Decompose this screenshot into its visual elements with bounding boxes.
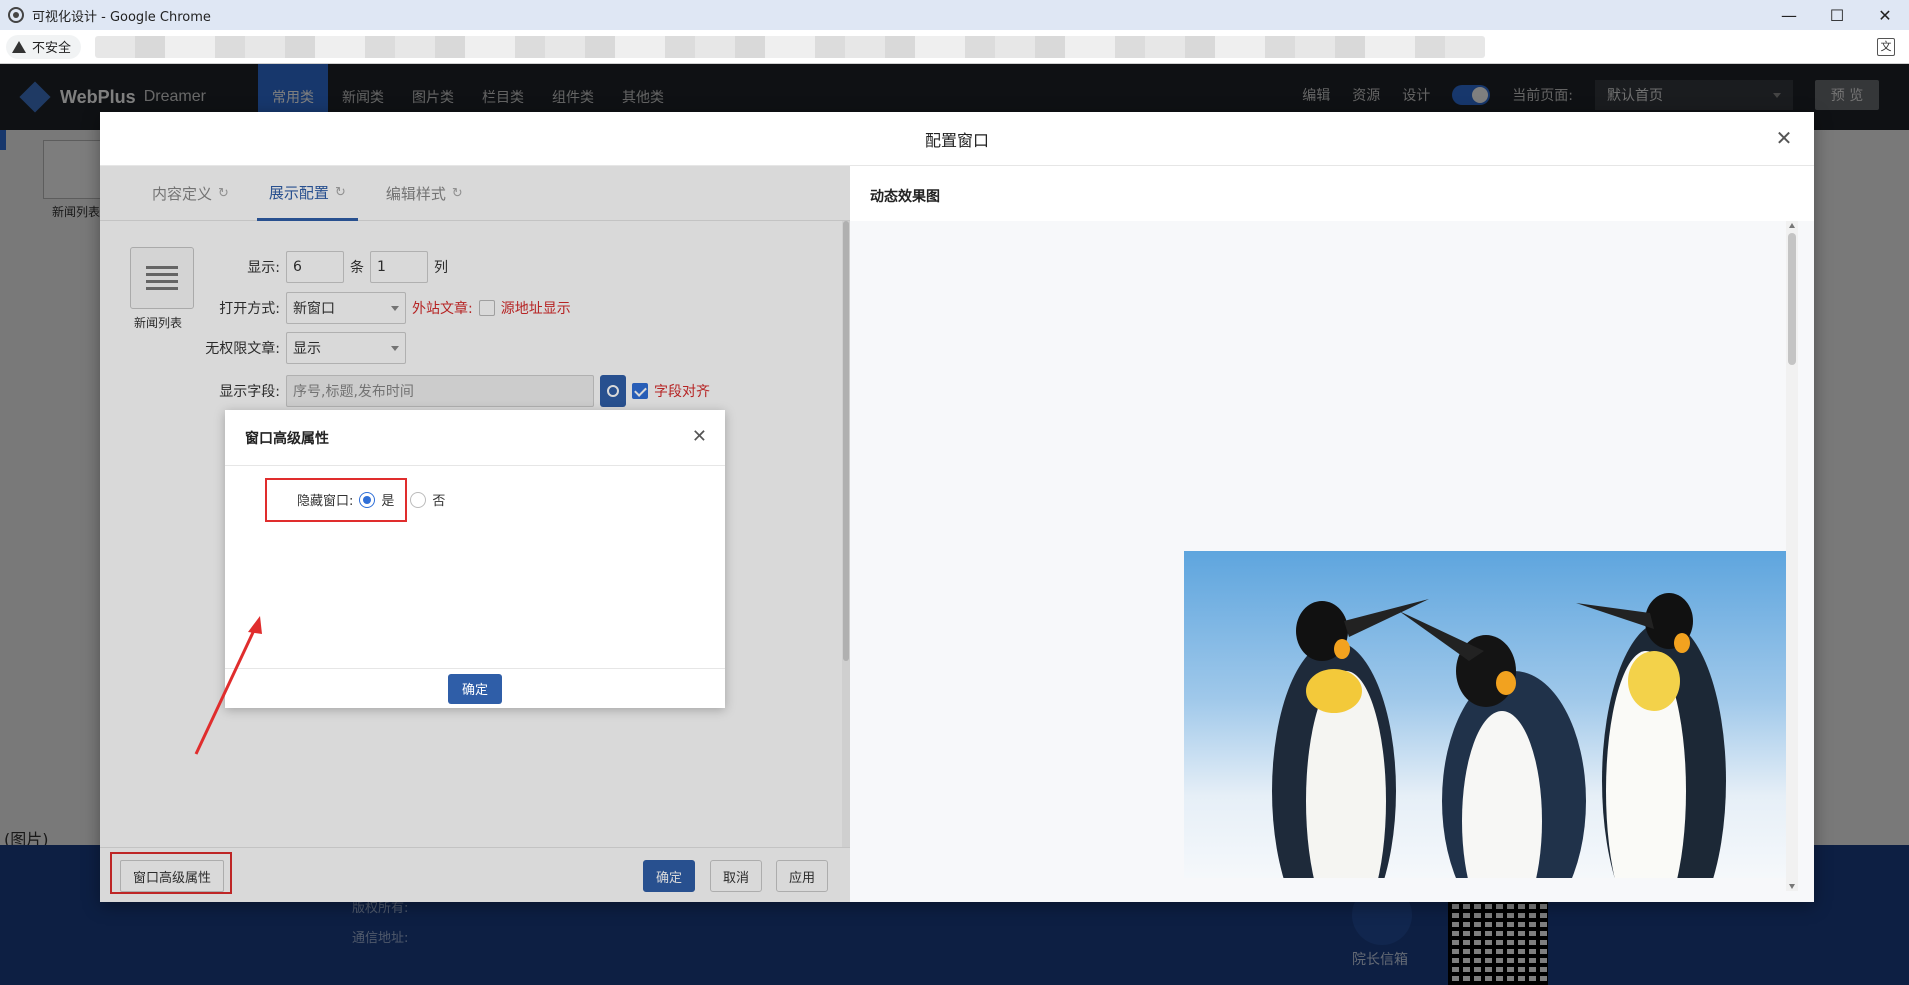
advanced-properties-dialog: 窗口高级属性 ✕ 隐藏窗口: 是 否 确定 (225, 410, 725, 708)
scroll-down-icon[interactable] (1789, 884, 1795, 889)
minimize-icon[interactable]: — (1765, 0, 1813, 30)
close-icon[interactable]: ✕ (692, 426, 707, 447)
close-icon[interactable]: ✕ (1861, 0, 1909, 30)
browser-titlebar: 可视化设计 - Google Chrome — ☐ ✕ (0, 0, 1909, 30)
maximize-icon[interactable]: ☐ (1813, 0, 1861, 30)
scroll-up-icon[interactable] (1789, 223, 1795, 228)
translate-icon[interactable]: 文 (1877, 38, 1895, 56)
modal-title: 配置窗口 (924, 130, 989, 150)
sub-dialog-footer: 确定 (225, 668, 725, 708)
hide-yes-label: 是 (381, 494, 395, 509)
sub-dialog-header: 窗口高级属性 ✕ (225, 410, 725, 466)
sub-dialog-title: 窗口高级属性 (245, 430, 329, 447)
penguin-image (1184, 551, 1791, 878)
preview-pane: 动态效果图 (850, 166, 1814, 902)
annotation-arrow-icon (194, 616, 262, 755)
close-icon[interactable]: ✕ (1772, 126, 1796, 150)
scroll-thumb[interactable] (1788, 233, 1796, 365)
sub-dialog-ok-button[interactable]: 确定 (447, 673, 502, 704)
preview-title: 动态效果图 (870, 189, 940, 205)
preview-area (850, 221, 1814, 902)
hide-window-label: 隐藏窗口: (297, 494, 354, 509)
warning-icon (12, 40, 26, 53)
security-label: 不安全 (32, 41, 72, 56)
hide-no-label: 否 (432, 494, 446, 509)
security-chip[interactable]: 不安全 (6, 34, 82, 59)
hide-no-radio[interactable] (410, 491, 427, 508)
window-controls: — ☐ ✕ (1765, 0, 1909, 30)
modal-header: 配置窗口 ✕ (100, 112, 1814, 166)
sub-dialog-body: 隐藏窗口: 是 否 (225, 466, 725, 668)
address-bar: 不安全 文 (0, 30, 1909, 64)
preview-scrollbar[interactable] (1786, 221, 1798, 891)
hide-yes-radio[interactable] (359, 491, 376, 508)
chrome-app-icon (8, 7, 24, 23)
window-title: 可视化设计 - Google Chrome (32, 9, 211, 25)
url-field[interactable] (95, 35, 1486, 58)
hide-window-row: 隐藏窗口: 是 否 (297, 490, 445, 509)
